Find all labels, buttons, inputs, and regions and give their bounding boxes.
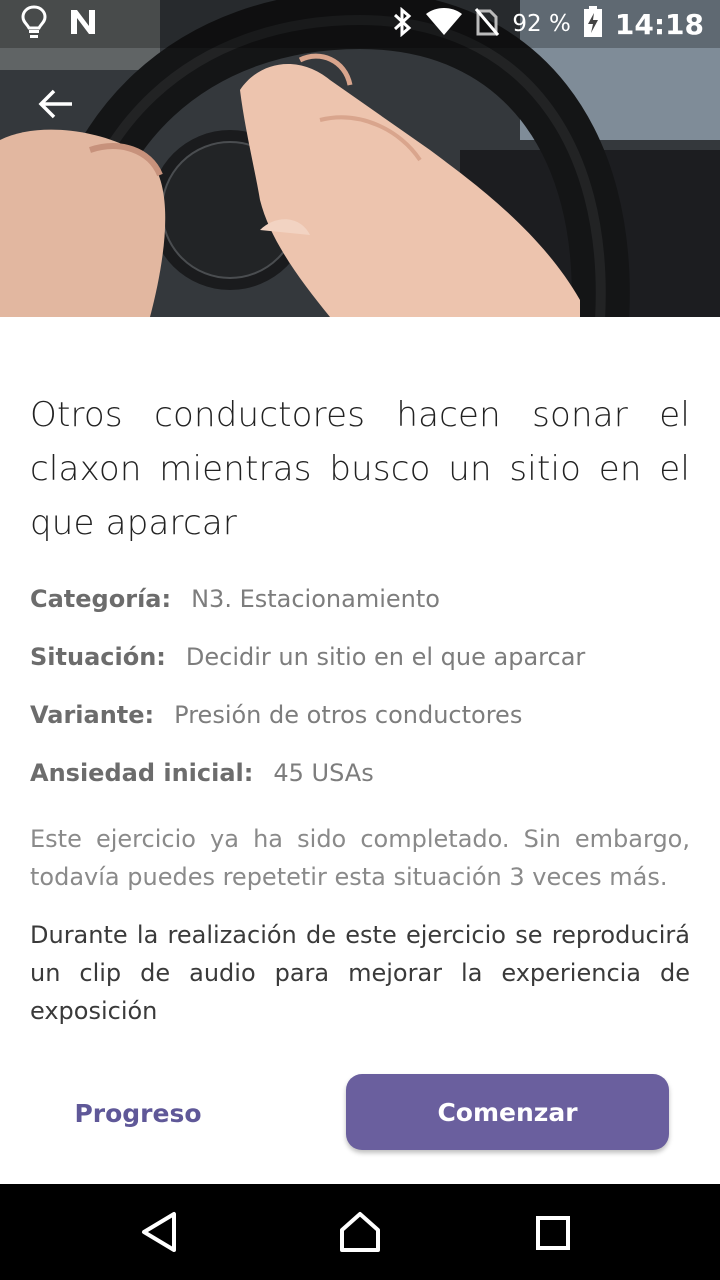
nav-back-button[interactable] xyxy=(136,1208,184,1256)
navigation-bar xyxy=(0,1184,720,1280)
variant-label: Variante: xyxy=(30,701,155,729)
exercise-meta: Categoría: N3. Estacionamiento Situación… xyxy=(30,570,690,802)
lightbulb-icon xyxy=(20,5,48,43)
home-icon xyxy=(340,1212,380,1252)
back-button[interactable] xyxy=(30,80,82,128)
initial-anxiety-value: 45 USAs xyxy=(273,759,374,787)
battery-percent: 92 % xyxy=(512,11,571,37)
arrow-left-icon xyxy=(38,89,72,119)
audio-note: Durante la realización de este ejercicio… xyxy=(30,921,690,1025)
meta-situation: Situación: Decidir un sitio en el que ap… xyxy=(30,628,690,686)
clock: 14:18 xyxy=(614,7,704,41)
situation-label: Situación: xyxy=(30,643,166,671)
progress-button[interactable]: Progreso xyxy=(48,1076,228,1150)
variant-value: Presión de otros conductores xyxy=(174,701,523,729)
exercise-details: Otros conductores hacen sonar el claxon … xyxy=(30,388,690,1030)
status-bar: 92 % 14:18 xyxy=(0,0,720,48)
category-label: Categoría: xyxy=(30,585,172,613)
exercise-title: Otros conductores hacen sonar el claxon … xyxy=(30,395,690,543)
meta-category: Categoría: N3. Estacionamiento xyxy=(30,570,690,628)
recents-square-icon xyxy=(536,1216,570,1250)
bluetooth-icon xyxy=(392,6,414,41)
meta-variant: Variante: Presión de otros conductores xyxy=(30,686,690,744)
situation-value: Decidir un sitio en el que aparcar xyxy=(185,643,586,671)
battery-charging-icon xyxy=(583,6,603,42)
completed-note: Este ejercicio ya ha sido completado. Si… xyxy=(30,825,690,891)
meta-initial-anxiety: Ansiedad inicial: 45 USAs xyxy=(30,744,690,802)
no-sim-icon xyxy=(474,7,500,41)
category-value: N3. Estacionamiento xyxy=(191,585,440,613)
n-icon xyxy=(68,7,98,41)
wifi-icon xyxy=(426,8,463,40)
nav-home-button[interactable] xyxy=(336,1208,384,1256)
nav-recents-button[interactable] xyxy=(528,1208,576,1256)
back-triangle-icon xyxy=(142,1212,176,1252)
initial-anxiety-label: Ansiedad inicial: xyxy=(30,759,254,787)
start-button[interactable]: Comenzar xyxy=(346,1074,669,1150)
